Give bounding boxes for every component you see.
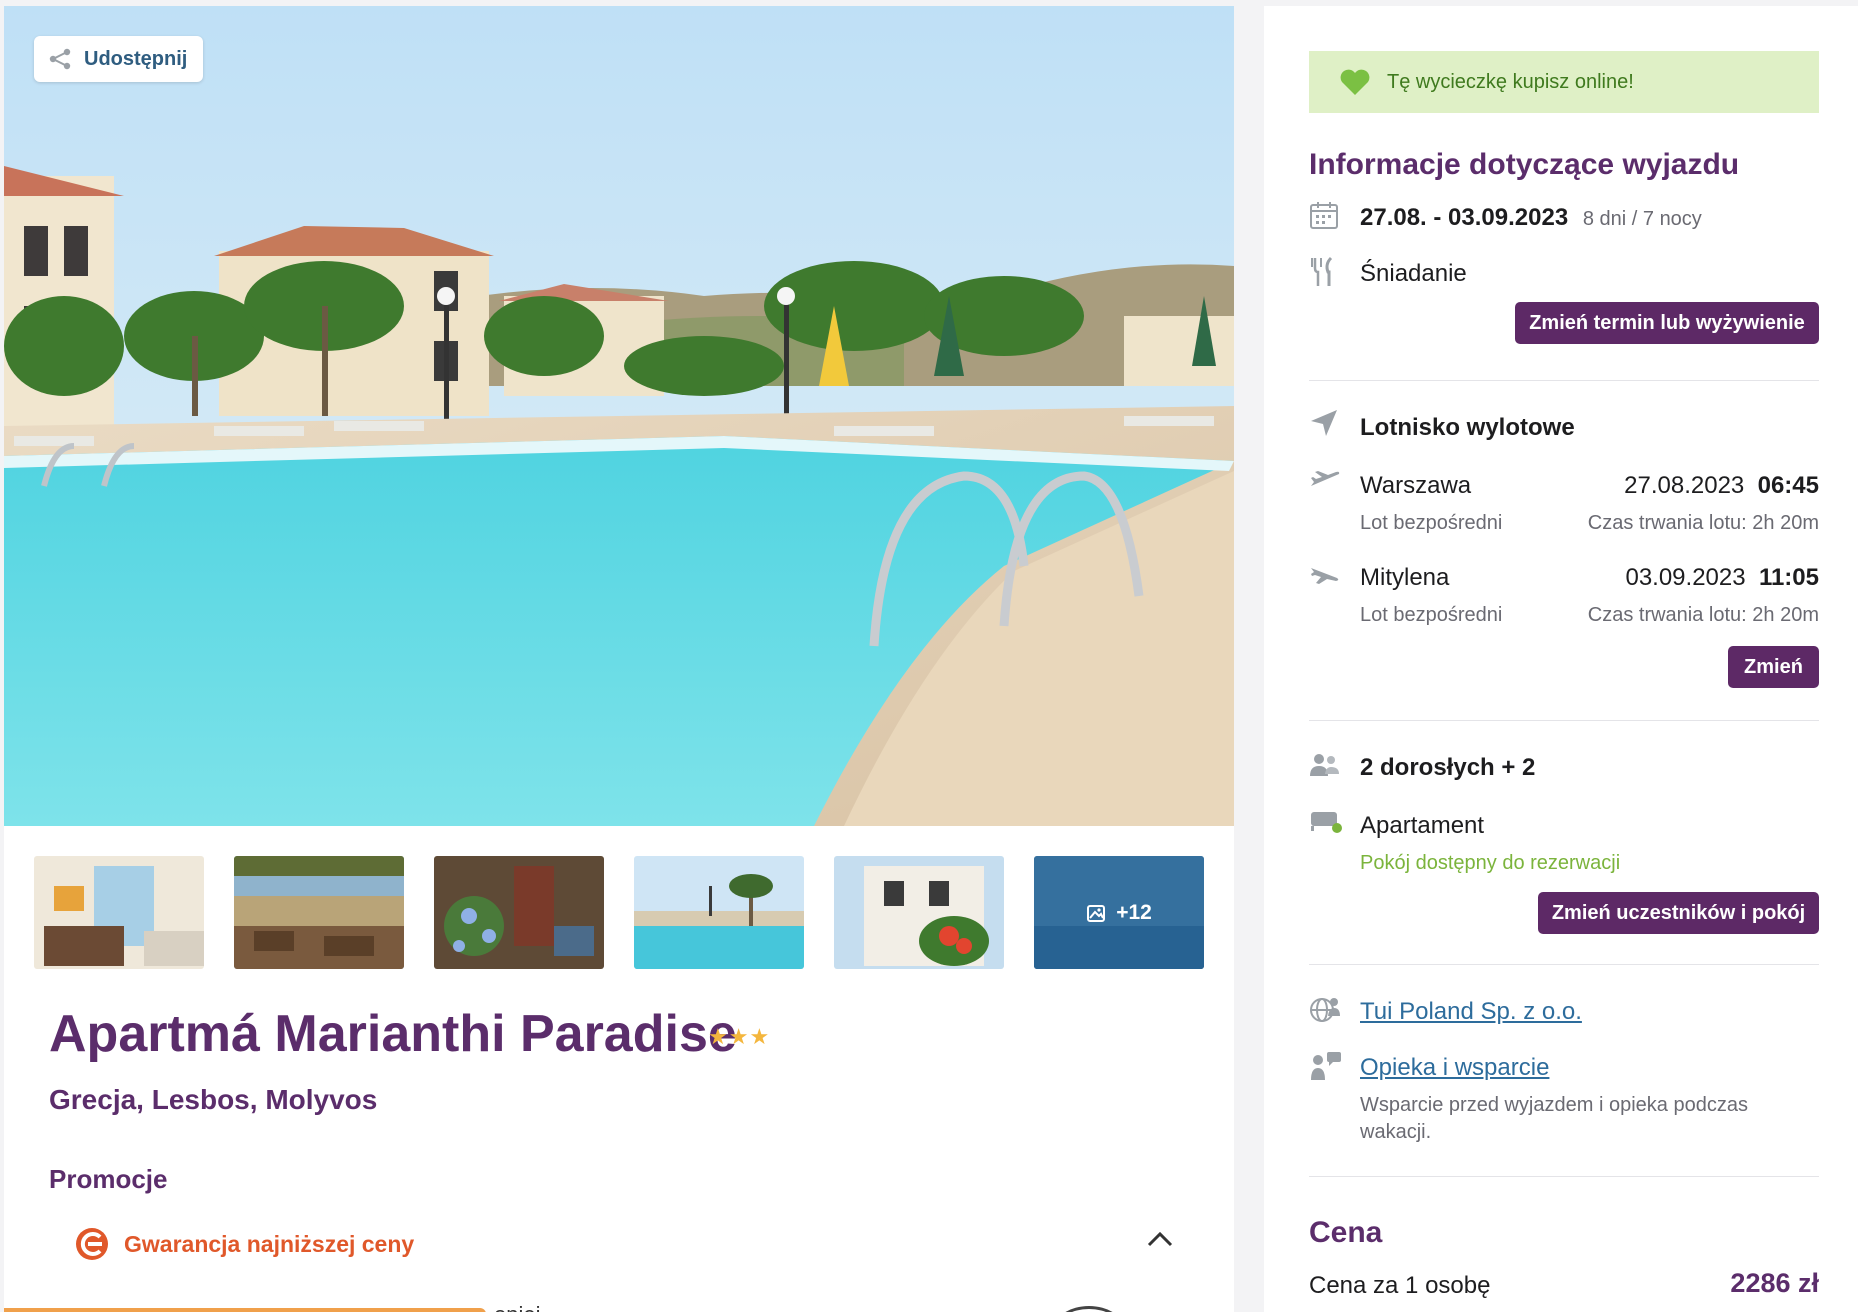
online-banner-text: Tę wycieczkę kupisz online! — [1387, 70, 1634, 93]
room-type: Apartament — [1360, 812, 1485, 839]
hero-photo[interactable]: Udostępnij — [4, 6, 1234, 826]
departure-airport-label: Lotnisko wylotowe — [1360, 414, 1575, 441]
divider — [1309, 720, 1819, 721]
thumbnail-strip: +12 — [34, 856, 1204, 969]
price-guarantee-icon — [76, 1228, 108, 1260]
hotel-content: Udostępnij +12 Apartmá Marianthi Paradis… — [4, 6, 1234, 1312]
thumbnail-1[interactable] — [34, 856, 204, 969]
star-rating: ★★★ — [708, 1024, 771, 1049]
flight-return-city: Mitylena — [1360, 564, 1450, 591]
change-participants-button[interactable]: Zmień uczestników i pokój — [1538, 892, 1819, 934]
thumbnail-5[interactable] — [834, 856, 1004, 969]
thumbnail-image — [834, 856, 1004, 969]
heart-icon — [1340, 69, 1370, 95]
price-per-person-value: 2286 zł — [1730, 1268, 1819, 1298]
flight-return-duration: Czas trwania lotu: 2h 20m — [1587, 604, 1819, 626]
fork-knife-icon — [1311, 256, 1333, 286]
hotel-title: Apartmá Marianthi Paradise — [49, 1005, 737, 1063]
divider — [1309, 964, 1819, 965]
plane-landing-icon — [1311, 568, 1339, 584]
globe-person-icon — [1310, 998, 1340, 1022]
share-icon — [49, 48, 71, 70]
promotions-heading: Promocje — [49, 1164, 168, 1194]
thumbnail-4[interactable] — [634, 856, 804, 969]
chevron-up-icon[interactable] — [1146, 1230, 1174, 1248]
flight-outbound-duration: Czas trwania lotu: 2h 20m — [1587, 512, 1819, 534]
trip-duration: 8 dni / 7 nocy — [1582, 208, 1702, 230]
board-type: Śniadanie — [1360, 260, 1467, 287]
organizer-link[interactable]: Tui Poland Sp. z o.o. — [1360, 998, 1582, 1025]
price-title: Cena — [1309, 1216, 1383, 1249]
change-flight-button[interactable]: Zmień — [1728, 646, 1819, 688]
bed-icon — [1311, 812, 1342, 833]
price-per-person-label: Cena za 1 osobę — [1309, 1272, 1491, 1299]
promotion-label: Gwarancja najniższej ceny — [124, 1230, 415, 1257]
thumbnail-image — [34, 856, 204, 969]
thumbnail-image — [634, 856, 804, 969]
thumbnail-3[interactable] — [434, 856, 604, 969]
divider — [1309, 1176, 1819, 1177]
share-button[interactable]: Udostępnij — [34, 36, 204, 82]
plane-takeoff-icon — [1311, 471, 1340, 486]
support-row: Opieka i wsparcie — [1360, 1054, 1549, 1082]
trip-dates-row: 27.08. - 03.09.2023 8 dni / 7 nocy — [1360, 204, 1702, 232]
trip-info-title: Informacje dotyczące wyjazdu — [1309, 148, 1740, 181]
flight-return-type: Lot bezpośredni — [1360, 604, 1503, 626]
gallery-icon — [1087, 904, 1106, 922]
change-term-button[interactable]: Zmień termin lub wyżywienie — [1515, 302, 1819, 344]
organizer-row: Tui Poland Sp. z o.o. — [1360, 998, 1582, 1026]
room-availability-status: Pokój dostępny do rezerwacji — [1360, 852, 1621, 874]
flight-return-time: 11:05 — [1758, 564, 1819, 591]
more-photos-count: +12 — [1116, 900, 1152, 924]
more-photos-overlay[interactable]: +12 — [1034, 856, 1204, 969]
flight-return-date: 03.09.2023 — [1625, 564, 1746, 591]
participants-text: 2 dorosłych + 2 — [1360, 754, 1536, 781]
flight-outbound-datetime: 27.08.2023 06:45 — [1624, 472, 1819, 500]
badge-icon — [1054, 1306, 1124, 1312]
flight-return-datetime: 03.09.2023 11:05 — [1625, 564, 1819, 592]
share-label: Udostępnij — [84, 47, 188, 70]
support-agent-icon — [1311, 1052, 1341, 1080]
flight-outbound-city: Warszawa — [1360, 472, 1472, 499]
progress-bar — [4, 1308, 486, 1312]
calendar-icon — [1310, 202, 1338, 229]
support-description: Wsparcie przed wyjazdem i opieka podczas… — [1360, 1094, 1748, 1143]
support-link[interactable]: Opieka i wsparcie — [1360, 1054, 1549, 1081]
online-purchase-banner: Tę wycieczkę kupisz online! — [1309, 51, 1819, 113]
thumbnail-image — [234, 856, 404, 969]
promotion-description-peek: opiej — [494, 1302, 540, 1312]
flight-outbound-time: 06:45 — [1757, 472, 1819, 499]
divider — [1309, 380, 1819, 381]
booking-sidebar: Tę wycieczkę kupisz online! Informacje d… — [1264, 6, 1858, 1312]
promotion-item[interactable]: Gwarancja najniższej ceny — [74, 1222, 1174, 1266]
thumbnail-more[interactable]: +12 — [1034, 856, 1204, 969]
thumbnail-image — [434, 856, 604, 969]
navigation-arrow-icon — [1311, 410, 1337, 436]
thumbnail-2[interactable] — [234, 856, 404, 969]
trip-dates: 27.08. - 03.09.2023 — [1360, 204, 1569, 231]
participants-count: 2 dorosłych + 2 — [1360, 754, 1535, 782]
flight-outbound-date: 27.08.2023 — [1624, 472, 1745, 499]
flight-outbound-type: Lot bezpośredni — [1360, 512, 1503, 534]
hotel-location: Grecja, Lesbos, Molyvos — [49, 1084, 378, 1115]
people-icon — [1310, 754, 1339, 776]
pool-scene-illustration — [4, 6, 1234, 826]
